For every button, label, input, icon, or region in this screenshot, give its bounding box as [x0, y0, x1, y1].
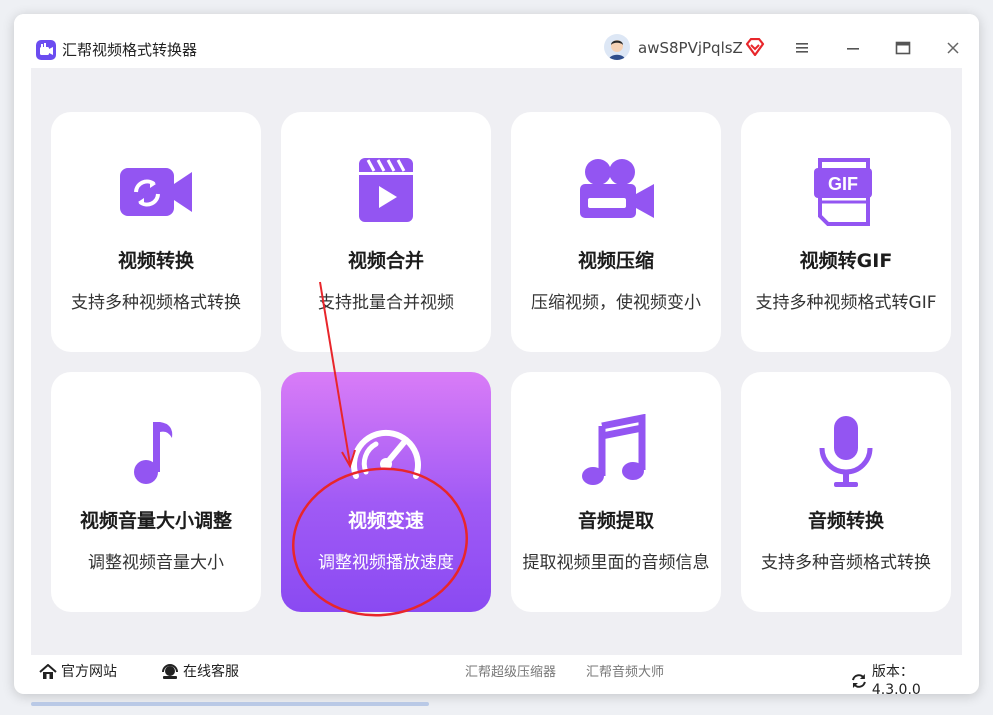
official-website-link[interactable]: 官方网站 [39, 663, 117, 681]
horizontal-scrollbar[interactable] [31, 702, 429, 706]
super-compressor-link[interactable]: 汇帮超级压缩器 [465, 664, 556, 682]
maximize-button[interactable] [889, 36, 917, 60]
app-title: 汇帮视频格式转换器 [62, 41, 198, 59]
close-icon [947, 42, 959, 54]
app-logo-icon [36, 40, 56, 60]
close-button[interactable] [939, 36, 967, 60]
user-avatar[interactable] [604, 34, 630, 60]
minimize-button[interactable] [839, 36, 867, 60]
app-window: 汇帮视频格式转换器 awS8PVjPqlsZ 视频转换 支持多种视频格式转换 视… [14, 14, 979, 694]
minimize-icon [847, 48, 859, 50]
online-support-link[interactable]: 在线客服 [161, 663, 239, 681]
red-annotation [291, 281, 469, 617]
online-support-label: 在线客服 [183, 664, 239, 680]
feature-grid: 视频转换 支持多种视频格式转换 视频合并 支持批量合并视频 视频压缩 压缩视频，… [31, 68, 962, 655]
home-icon [39, 664, 57, 679]
refresh-icon [852, 674, 866, 688]
audio-master-link[interactable]: 汇帮音频大师 [586, 664, 664, 682]
title-bar: 汇帮视频格式转换器 awS8PVjPqlsZ [14, 14, 979, 68]
menu-icon [796, 43, 808, 53]
username[interactable]: awS8PVjPqlsZ [638, 38, 743, 58]
version-label: 版本：4.3.0.0 [871, 664, 921, 694]
support-agent-icon [162, 664, 178, 679]
menu-button[interactable] [788, 36, 816, 60]
version-info[interactable]: 版本：4.3.0.0 [850, 663, 962, 694]
official-website-label: 官方网站 [61, 664, 117, 680]
vip-diamond-icon[interactable] [745, 37, 765, 60]
footer-bar: 官方网站 在线客服 汇帮超级压缩器 汇帮音频大师 版本：4.3.0.0 [31, 655, 962, 694]
maximize-icon [895, 41, 911, 55]
